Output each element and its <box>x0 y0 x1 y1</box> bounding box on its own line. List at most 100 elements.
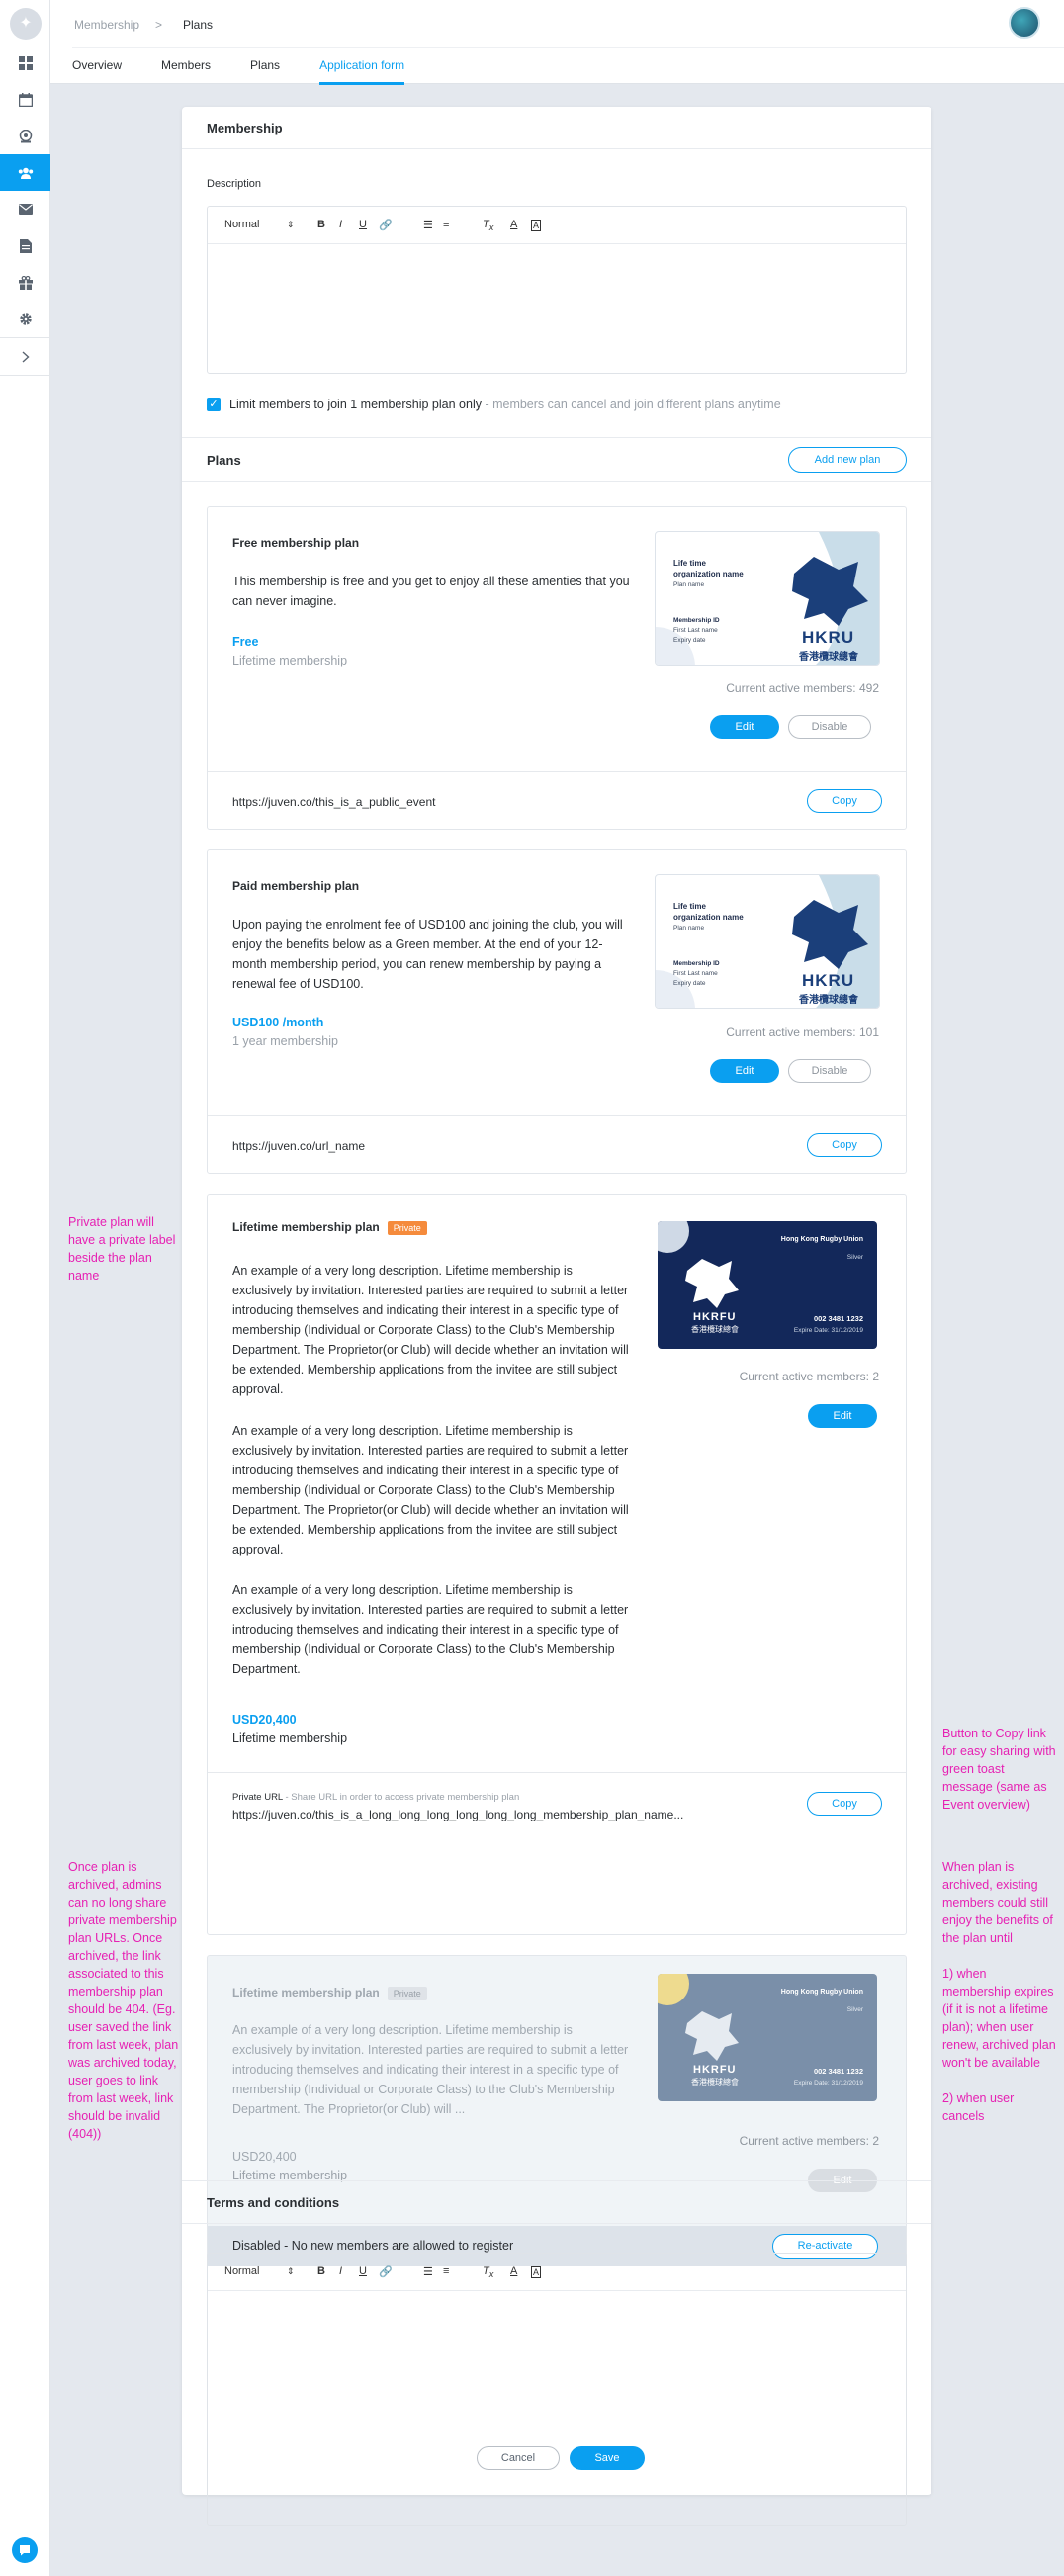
mail-icon[interactable] <box>0 191 50 227</box>
edit-button[interactable]: Edit <box>808 1404 877 1428</box>
tab-members[interactable]: Members <box>161 48 211 85</box>
ordered-list-icon[interactable]: ☰ <box>423 2265 433 2278</box>
plan-title: Free membership plan <box>232 536 360 550</box>
document-icon[interactable] <box>0 227 50 264</box>
members-icon[interactable] <box>0 154 50 191</box>
plan-description: An example of a very long description. L… <box>232 1583 629 1676</box>
underline-icon[interactable]: U <box>359 219 367 230</box>
limit-checkbox[interactable]: ✓ <box>207 398 221 411</box>
application-form-card: Membership Description Normal ⇕ B I U 🔗 … <box>182 107 931 2526</box>
highlight-icon[interactable]: A <box>531 220 542 231</box>
link-icon[interactable]: 🔗 <box>379 2265 393 2278</box>
breadcrumb-parent[interactable]: Membership <box>74 18 139 32</box>
membership-card-preview: Life time organization name Plan name Mem… <box>655 874 880 1009</box>
plan-description: This membership is free and you get to e… <box>232 575 630 608</box>
note-private-label: Private plan will have a private label b… <box>68 1215 176 1283</box>
dashboard-icon[interactable] <box>0 44 50 81</box>
tab-overview[interactable]: Overview <box>72 48 122 85</box>
plan-price: USD100 /month <box>232 1016 324 1029</box>
disable-button[interactable]: Disable <box>788 715 871 739</box>
disable-button[interactable]: Disable <box>788 1059 871 1083</box>
copy-url-button[interactable]: Copy <box>807 1792 882 1816</box>
copy-url-button[interactable]: Copy <box>807 1133 882 1157</box>
plan-card-paid: Paid membership plan Upon paying the enr… <box>207 849 907 1174</box>
plan-title: Lifetime membership plan Private <box>232 1220 427 1235</box>
membership-card-preview: Hong Kong Rugby Union Silver HKRFU 香港欖球總… <box>658 1974 877 2101</box>
plan-description: An example of a very long description. L… <box>232 1424 629 1556</box>
format-select-arrow-icon: ⇕ <box>287 2266 295 2276</box>
plan-card-private: Lifetime membership plan Private An examp… <box>207 1194 907 1935</box>
plan-period: Lifetime membership <box>232 1732 348 1745</box>
plan-description: Upon paying the enrolment fee of USD100 … <box>232 918 623 991</box>
bold-icon[interactable]: B <box>317 219 325 230</box>
plan-description: An example of a very long description. L… <box>232 2023 629 2116</box>
active-members-count: Current active members: 2 <box>739 2134 879 2148</box>
edit-button[interactable]: Edit <box>710 1059 779 1083</box>
text-color-icon[interactable]: A <box>510 2265 517 2277</box>
breadcrumb-separator: > <box>155 18 163 32</box>
copy-url-button[interactable]: Copy <box>807 789 882 813</box>
clear-format-icon[interactable]: Tx <box>483 219 493 232</box>
plan-title: Lifetime membership plan Private <box>232 1986 427 2000</box>
italic-icon[interactable]: I <box>339 2265 342 2277</box>
note-copy-button: Button to Copy link for easy sharing wit… <box>942 1727 1056 1812</box>
format-select[interactable]: Normal <box>224 219 259 230</box>
cancel-button[interactable]: Cancel <box>477 2446 560 2470</box>
plan-price: Free <box>232 635 259 649</box>
membership-heading: Membership <box>182 107 931 149</box>
membership-card-preview: Life time organization name Plan name Mem… <box>655 531 880 666</box>
membership-card-preview: Hong Kong Rugby Union Silver HKRFU 香港欖球總… <box>658 1221 877 1349</box>
plan-price: USD20,400 <box>232 1713 297 1727</box>
limit-checkbox-label: Limit members to join 1 membership plan … <box>229 398 482 411</box>
private-badge: Private <box>387 1987 427 2000</box>
editor-toolbar: Normal ⇕ B I U 🔗 ☰ ≡ Tx A A <box>208 207 906 244</box>
italic-icon[interactable]: I <box>339 219 342 230</box>
editor-toolbar: Normal ⇕ B I U 🔗 ☰ ≡ Tx A A <box>208 2254 906 2291</box>
org-logo[interactable]: ✦ <box>10 8 42 40</box>
plan-url: https://juven.co/url_name <box>232 1139 366 1153</box>
gear-icon[interactable] <box>0 301 50 337</box>
note-archived-members: When plan is archived, existing members … <box>942 1860 1056 2123</box>
link-icon[interactable]: 🔗 <box>379 219 393 231</box>
add-new-plan-button[interactable]: Add new plan <box>788 447 907 473</box>
tab-plans[interactable]: Plans <box>250 48 280 85</box>
chevron-right-icon[interactable] <box>0 338 50 375</box>
highlight-icon[interactable]: A <box>531 2266 542 2278</box>
format-select-arrow-icon: ⇕ <box>287 220 295 229</box>
save-button[interactable]: Save <box>570 2446 645 2470</box>
text-color-icon[interactable]: A <box>510 219 517 230</box>
gift-icon[interactable] <box>0 264 50 301</box>
format-select[interactable]: Normal <box>224 2265 259 2277</box>
plan-description: An example of a very long description. L… <box>232 1264 629 1396</box>
note-archived-url: Once plan is archived, admins can no lon… <box>68 1860 179 2141</box>
plan-card-free: Free membership plan This membership is … <box>207 506 907 830</box>
clear-format-icon[interactable]: Tx <box>483 2265 493 2279</box>
disabled-status-text: Disabled - No new members are allowed to… <box>232 2239 514 2253</box>
chat-icon[interactable] <box>12 2537 38 2563</box>
underline-icon[interactable]: U <box>359 2265 367 2277</box>
edit-button[interactable]: Edit <box>710 715 779 739</box>
bold-icon[interactable]: B <box>317 2265 325 2277</box>
plan-period: Lifetime membership <box>232 654 348 667</box>
ordered-list-icon[interactable]: ☰ <box>423 219 433 231</box>
active-members-count: Current active members: 2 <box>739 1370 879 1383</box>
description-editor[interactable]: Normal ⇕ B I U 🔗 ☰ ≡ Tx A A <box>207 206 907 374</box>
sidebar: ✦ <box>0 0 50 2576</box>
calendar-icon[interactable] <box>0 81 50 118</box>
bullet-list-icon[interactable]: ≡ <box>443 219 449 230</box>
terms-heading: Terms and conditions <box>182 2181 931 2224</box>
top-bar: Membership > Plans Overview Members Plan… <box>50 0 1064 85</box>
terms-editor[interactable]: Normal ⇕ B I U 🔗 ☰ ≡ Tx A A <box>207 2253 907 2526</box>
description-label: Description <box>207 178 262 190</box>
private-badge: Private <box>387 1221 427 1235</box>
plan-url: https://juven.co/this_is_a_public_event <box>232 795 436 809</box>
plan-url: https://juven.co/this_is_a_long_long_lon… <box>232 1808 684 1821</box>
avatar[interactable] <box>1009 7 1040 39</box>
active-members-count: Current active members: 101 <box>726 1025 879 1039</box>
ticket-icon[interactable] <box>0 118 50 154</box>
active-members-count: Current active members: 492 <box>726 681 879 695</box>
limit-checkbox-hint: - members can cancel and join different … <box>481 398 781 411</box>
bullet-list-icon[interactable]: ≡ <box>443 2265 449 2277</box>
tab-application-form[interactable]: Application form <box>319 48 405 85</box>
plan-title: Paid membership plan <box>232 879 360 893</box>
